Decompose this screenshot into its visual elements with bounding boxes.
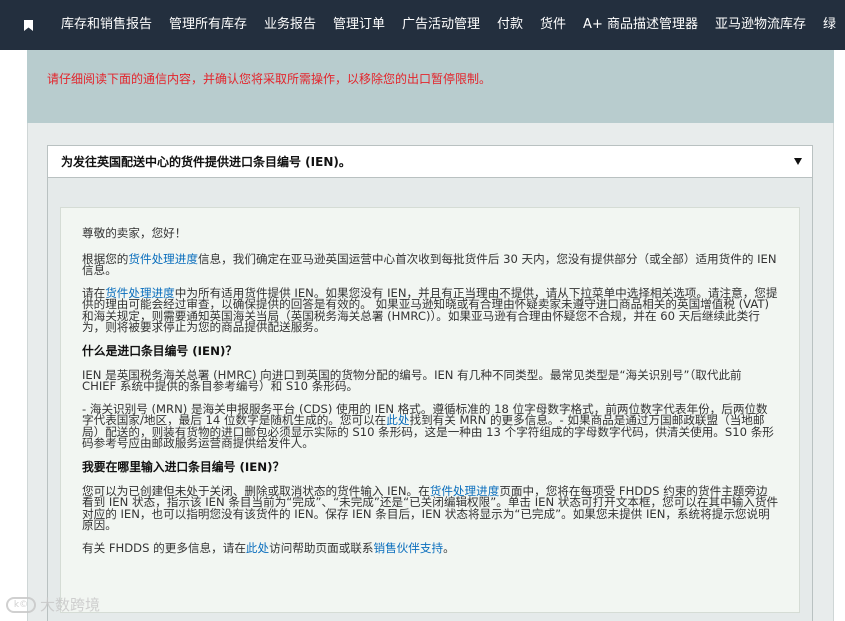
nav-item-manage-inventory[interactable]: 管理所有库存: [161, 0, 255, 50]
shipment-progress-link[interactable]: 货件处理进度: [128, 252, 198, 266]
nav-item-campaign-manager[interactable]: 广告活动管理: [394, 0, 488, 50]
right-edge: [840, 50, 845, 621]
notification-letter: 尊敬的卖家，您好！ 根据您的货件处理进度信息，我们确定在亚马逊英国运营中心首次收…: [60, 207, 800, 621]
nav-item-business-reports[interactable]: 业务报告: [256, 0, 324, 50]
paragraph-fhdds-info: 有关 FHDDS 的更多信息，请在此处访问帮助页面或联系销售伙伴支持。: [82, 540, 779, 555]
alert-message: 请仔细阅读下面的通信内容，并确认您将采取所需操作，以移除您的出口暂停限制。: [47, 72, 492, 86]
alert-banner: 请仔细阅读下面的通信内容，并确认您将采取所需操作，以移除您的出口暂停限制。: [27, 50, 834, 123]
text: 。: [443, 540, 455, 555]
text: 访问帮助页面或联系: [269, 540, 374, 555]
nav-item-shipments[interactable]: 货件: [532, 0, 574, 50]
top-navigation-bar: 库存和销售报告 管理所有库存 业务报告 管理订单 广告活动管理 付款 货件 A+…: [0, 0, 845, 50]
paragraph-mrn-s10: - 海关识别号 (MRN) 是海关申报服务平台 (CDS) 使用的 IEN 格式…: [82, 403, 779, 450]
greeting: 尊敬的卖家，您好！: [82, 226, 187, 240]
nav-item-inventory-sales-report[interactable]: 库存和销售报告: [53, 0, 160, 50]
nav-item-a-plus-content-manager[interactable]: A+ 商品描述管理器: [575, 0, 706, 50]
nav-item-overflow[interactable]: 绿: [815, 0, 844, 50]
nav-item-payments[interactable]: 付款: [489, 0, 531, 50]
heading-what-is-ien: 什么是进口条目编号 (IEN)？: [82, 343, 238, 358]
watermark-text: 大数跨境: [40, 596, 101, 614]
ien-accordion-header[interactable]: 为发往英国配送中心的货件提供进口条目编号 (IEN)。: [47, 145, 813, 178]
text: 有关 FHDDS 的更多信息，请在: [82, 540, 246, 555]
bookmark-icon[interactable]: [0, 0, 53, 50]
help-page-link[interactable]: 此处: [246, 541, 269, 555]
caret-down-icon[interactable]: [794, 158, 802, 165]
heading-where-enter-ien: 我要在哪里输入进口条目编号 (IEN)？: [82, 459, 285, 474]
nav-item-fba-inventory[interactable]: 亚马逊物流库存: [707, 0, 814, 50]
paragraph-provide-ien: 请在货件处理进度中为所有适用货件提供 IEN。如果您没有 IEN，并且有正当理由…: [82, 285, 779, 334]
watermark: k© 大数跨境: [6, 594, 100, 615]
letter-footer-strip: [60, 612, 800, 621]
paragraph-ien-definition: IEN 是英国税务海关总署 (HMRC) 向进口到英国的货物分配的编号。IEN …: [82, 367, 742, 393]
watermark-logo-icon: k©: [6, 596, 36, 613]
paragraph-enter-ien: 您可以为已创建但未处于关闭、删除或取消状态的货件输入 IEN。在货件处理进度页面…: [82, 485, 779, 532]
text: 中为所有适用货件提供 IEN。如果您没有 IEN，并且有正当理由不提供，请从下拉…: [82, 285, 778, 334]
seller-support-link[interactable]: 销售伙伴支持: [373, 541, 443, 555]
nav-item-manage-orders[interactable]: 管理订单: [325, 0, 393, 50]
paragraph-shipment-ien: 根据您的货件处理进度信息，我们确定在亚马逊英国运营中心首次收到每批货件后 30 …: [82, 252, 779, 277]
accordion-title: 为发往英国配送中心的货件提供进口条目编号 (IEN)。: [61, 155, 351, 169]
